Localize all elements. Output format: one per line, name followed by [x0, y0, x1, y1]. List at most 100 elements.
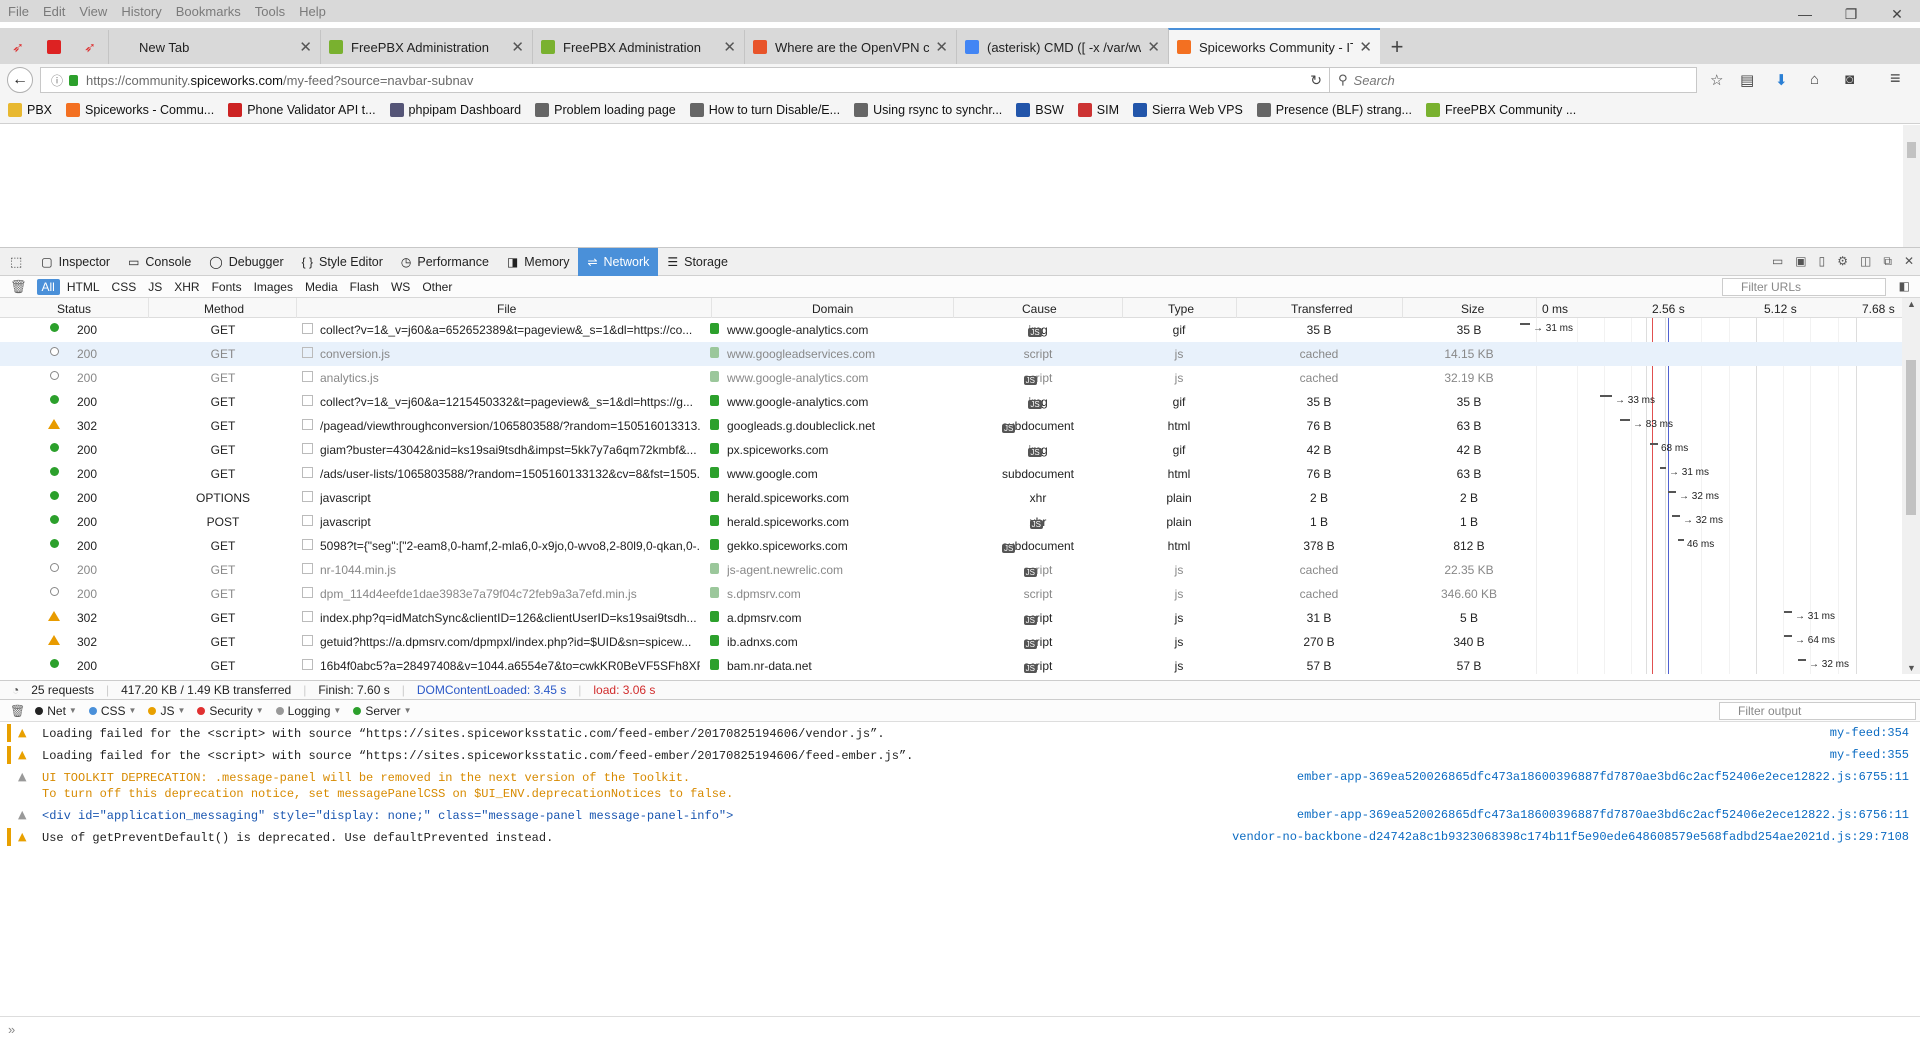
tab-close-icon[interactable]: ✕	[935, 38, 948, 56]
console-filter-server[interactable]: Server ▼	[353, 704, 412, 718]
table-row[interactable]: 302 GET/pagead/viewthroughconversion/1065…	[0, 414, 1902, 438]
bookmark-item[interactable]: Spiceworks - Commu...	[66, 102, 214, 117]
close-window-button[interactable]: ✕	[1874, 0, 1920, 28]
tab-close-icon[interactable]: ✕	[1359, 38, 1372, 56]
col-file[interactable]: File	[497, 302, 516, 316]
filter-media[interactable]: Media	[300, 279, 343, 295]
browser-tab[interactable]: New Tab ✕	[108, 30, 320, 64]
pocket-icon[interactable]: ◙	[1845, 71, 1854, 88]
info-icon[interactable]: ⓘ	[51, 72, 63, 89]
col-domain[interactable]: Domain	[812, 302, 853, 316]
browser-tab[interactable]: FreePBX Administration ✕	[532, 30, 744, 64]
message-source-link[interactable]: my-feed:355	[1830, 748, 1909, 762]
message-source-link[interactable]: vendor-no-backbone-d24742a8c1b9323068398…	[1232, 830, 1909, 844]
table-row[interactable]: 200 GET collect?v=1&_v=j60&a=1215450332&t=…	[0, 390, 1902, 414]
devtools-tab-inspector[interactable]: ▢ Inspector	[32, 248, 119, 276]
reload-icon[interactable]: ↻	[1310, 72, 1322, 89]
bookmark-item[interactable]: Sierra Web VPS	[1133, 102, 1243, 117]
col-size[interactable]: Size	[1461, 302, 1484, 316]
col-method[interactable]: Method	[204, 302, 244, 316]
download-icon[interactable]: ⬇	[1775, 71, 1788, 89]
table-row[interactable]: 302 GET index.php?q=idMatchSync&clientID=1…	[0, 606, 1902, 630]
minimize-button[interactable]: —	[1782, 0, 1828, 28]
table-row[interactable]: 302 GET getuid?https://a.dpmsrv.com/dpmpxl…	[0, 630, 1902, 654]
browser-tab[interactable]: Where are the OpenVPN con ✕	[744, 30, 956, 64]
devtools-tab-console[interactable]: ▭ Console	[119, 248, 200, 276]
message-source-link[interactable]: ember-app-369ea520026865dfc473a186003968…	[1297, 808, 1909, 822]
responsive-icon[interactable]: ▯	[1819, 254, 1826, 269]
message-source-link[interactable]: ember-app-369ea520026865dfc473a186003968…	[1297, 770, 1909, 784]
tab-close-icon[interactable]: ✕	[299, 38, 312, 56]
browser-tab[interactable]: FreePBX Administration ✕	[320, 30, 532, 64]
col-transferred[interactable]: Transferred	[1291, 302, 1353, 316]
devtools-tab-network[interactable]: ⇌ Network	[578, 247, 659, 276]
menu-item-bookmarks[interactable]: Bookmarks	[176, 4, 241, 19]
table-row[interactable]: 200 GET collect?v=1&_v=j60&a=652652389&t=p…	[0, 318, 1902, 342]
library-icon[interactable]: ▤	[1740, 71, 1754, 89]
filter-ws[interactable]: WS	[386, 279, 415, 295]
tab-close-icon[interactable]: ✕	[511, 38, 524, 56]
filter-other[interactable]: Other	[417, 279, 457, 295]
devtools-tab-storage[interactable]: ☰ Storage	[658, 248, 737, 276]
browser-tab[interactable]: Spiceworks Community - IT ✕	[1168, 28, 1380, 64]
element-picker-icon[interactable]: ⬚	[10, 254, 22, 270]
filter-css[interactable]: CSS	[107, 279, 142, 295]
console-message[interactable]: ▲ Loading failed for the <script> with so…	[0, 724, 1920, 742]
filter-all[interactable]: All	[36, 278, 60, 295]
filter-xhr[interactable]: XHR	[169, 279, 204, 295]
pinned-tab-1[interactable]: ➶	[0, 30, 36, 64]
clear-network-icon[interactable]: 🗑	[10, 279, 27, 295]
console-message[interactable]: ▲ Use of getPreventDefault() is deprecate…	[0, 828, 1920, 846]
new-tab-button[interactable]: +	[1380, 30, 1414, 64]
table-row[interactable]: 200 GET nr-1044.min.js js-agent.newrelic.co…	[0, 558, 1902, 582]
menu-item-file[interactable]: File	[8, 4, 29, 19]
bookmark-item[interactable]: Phone Validator API t...	[228, 102, 376, 117]
bookmark-item[interactable]: phpipam Dashboard	[389, 102, 521, 117]
pinned-tab-3[interactable]: ➶	[72, 30, 108, 64]
page-scrollbar[interactable]	[1903, 125, 1920, 247]
bookmark-item[interactable]: FreePBX Community ...	[1425, 102, 1576, 117]
url-bar[interactable]: ⓘ https://community.spiceworks.com/my-fe…	[40, 67, 1333, 93]
hamburger-menu-icon[interactable]: ≡	[1890, 68, 1901, 89]
bookmark-item[interactable]: PBX	[8, 102, 52, 117]
menu-item-edit[interactable]: Edit	[43, 4, 65, 19]
dock-side-icon[interactable]: ◫	[1860, 254, 1871, 269]
table-row[interactable]: 200 GET 16b4f0abc5?a=28497408&v=1044.a6554…	[0, 654, 1902, 674]
filter-fonts[interactable]: Fonts	[207, 279, 247, 295]
console-filter-js[interactable]: JS ▼	[148, 704, 185, 718]
table-row[interactable]: 200 POST javascript herald.spiceworks.com JS…	[0, 510, 1902, 534]
home-icon[interactable]: ⌂	[1810, 71, 1819, 88]
bookmark-item[interactable]: Using rsync to synchr...	[854, 102, 1002, 117]
table-row[interactable]: 200 GET conversion.js www.googleadservices.…	[0, 342, 1902, 366]
console-filter-net[interactable]: Net ▼	[35, 704, 77, 718]
devtools-tab-style-editor[interactable]: { } Style Editor	[293, 248, 392, 276]
col-status[interactable]: Status	[57, 302, 91, 316]
menu-item-help[interactable]: Help	[299, 4, 326, 19]
table-row[interactable]: 200 GET dpm_114d4eefde1dae3983e7a79f04c72f…	[0, 582, 1902, 606]
col-type[interactable]: Type	[1168, 302, 1194, 316]
star-icon[interactable]: ☆	[1710, 71, 1723, 89]
devtools-tab-memory[interactable]: ◨ Memory	[498, 248, 579, 276]
menu-item-tools[interactable]: Tools	[255, 4, 285, 19]
tab-close-icon[interactable]: ✕	[723, 38, 736, 56]
console-filter-logging[interactable]: Logging ▼	[275, 704, 341, 718]
settings-icon[interactable]: ⚙	[1837, 254, 1848, 269]
devtools-tab-performance[interactable]: ◷ Performance	[392, 248, 498, 276]
bookmark-item[interactable]: Problem loading page	[535, 102, 676, 117]
filter-urls-input[interactable]: Filter URLs	[1722, 278, 1886, 296]
devtools-tab-debugger[interactable]: ◯ Debugger	[200, 248, 292, 276]
console-filter-css[interactable]: CSS ▼	[88, 704, 136, 718]
maximize-button[interactable]: ❐	[1828, 0, 1874, 28]
bookmark-item[interactable]: Presence (BLF) strang...	[1256, 102, 1412, 117]
table-row[interactable]: 200 GET/ads/user-lists/1065803588/?random…	[0, 462, 1902, 486]
table-row[interactable]: 200 GET analytics.js www.google-analytics.c…	[0, 366, 1902, 390]
col-cause[interactable]: Cause	[1022, 302, 1057, 316]
browser-tab[interactable]: (asterisk) CMD ([ -x /var/ww ✕	[956, 30, 1168, 64]
menu-item-history[interactable]: History	[121, 4, 161, 19]
filter-images[interactable]: Images	[249, 279, 298, 295]
tab-close-icon[interactable]: ✕	[1147, 38, 1160, 56]
bookmark-item[interactable]: BSW	[1016, 102, 1064, 117]
bookmark-item[interactable]: How to turn Disable/E...	[689, 102, 840, 117]
table-row[interactable]: 200 GET giam?buster=43042&nid=ks19sai9tsdh…	[0, 438, 1902, 462]
console-filter-security[interactable]: Security ▼	[197, 704, 264, 718]
